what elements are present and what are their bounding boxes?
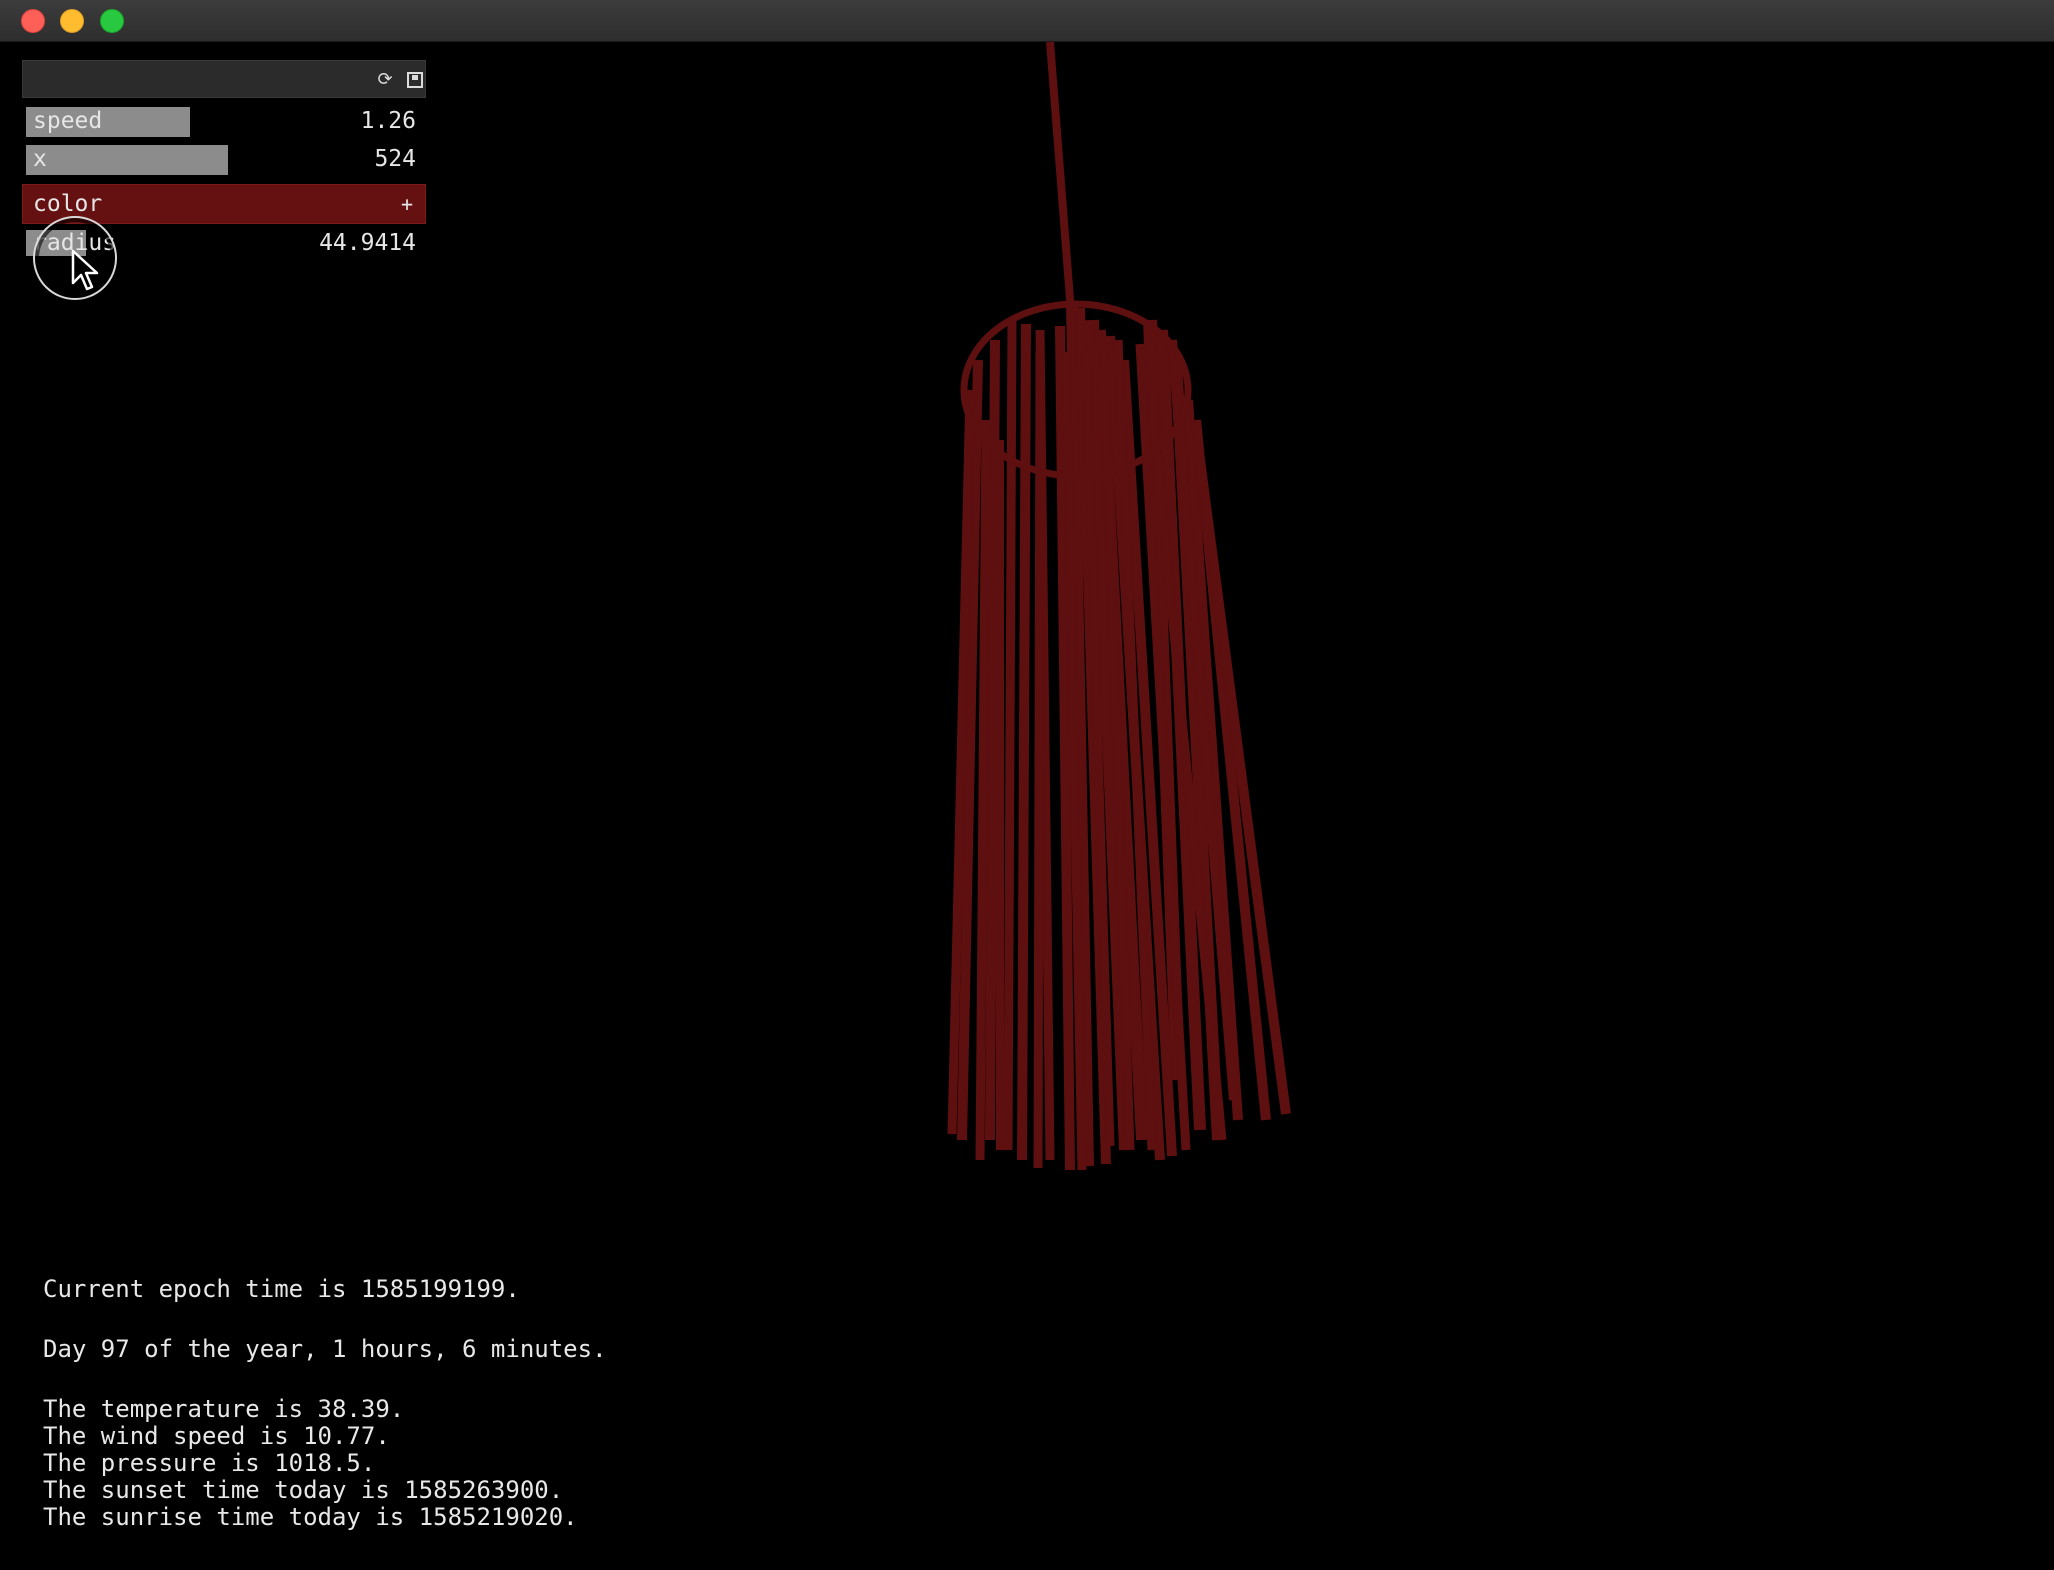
- temperature-text: The temperature is 38.39.: [43, 1395, 405, 1423]
- x-label: x: [33, 146, 47, 172]
- x-slider[interactable]: x 524: [22, 142, 426, 176]
- sunset-text: The sunset time today is 1585263900.: [43, 1476, 564, 1504]
- x-slider-fill: [26, 145, 228, 175]
- app-window: ⟳ speed 1.26 x 524 color + radius 44.941…: [0, 0, 2054, 1570]
- tassel-strand: [975, 419, 991, 1161]
- radius-value: 44.9414: [319, 230, 416, 256]
- tassel-strand: [985, 339, 1000, 1141]
- wind-speed-text: The wind speed is 10.77.: [43, 1422, 390, 1450]
- speed-label: speed: [33, 108, 103, 134]
- panel-header: ⟳: [22, 60, 426, 98]
- save-icon[interactable]: [405, 70, 425, 90]
- day-text: Day 97 of the year, 1 hours, 6 minutes.: [43, 1335, 607, 1363]
- expand-plus-icon: +: [400, 192, 413, 216]
- tassel-strand: [1017, 323, 1031, 1161]
- pressure-text: The pressure is 1018.5.: [43, 1449, 376, 1477]
- epoch-text: Current epoch time is 1585199199.: [43, 1275, 520, 1303]
- x-value: 524: [374, 146, 416, 172]
- speed-value: 1.26: [360, 108, 416, 134]
- mouse-pointer-icon: [71, 249, 99, 291]
- sunrise-text: The sunrise time today is 1585219020.: [43, 1503, 578, 1531]
- tassel-strand: [1046, 41, 1075, 313]
- speed-slider[interactable]: speed 1.26: [22, 104, 426, 138]
- reload-icon[interactable]: ⟳: [375, 70, 395, 90]
- tassel-strand: [1003, 319, 1017, 1151]
